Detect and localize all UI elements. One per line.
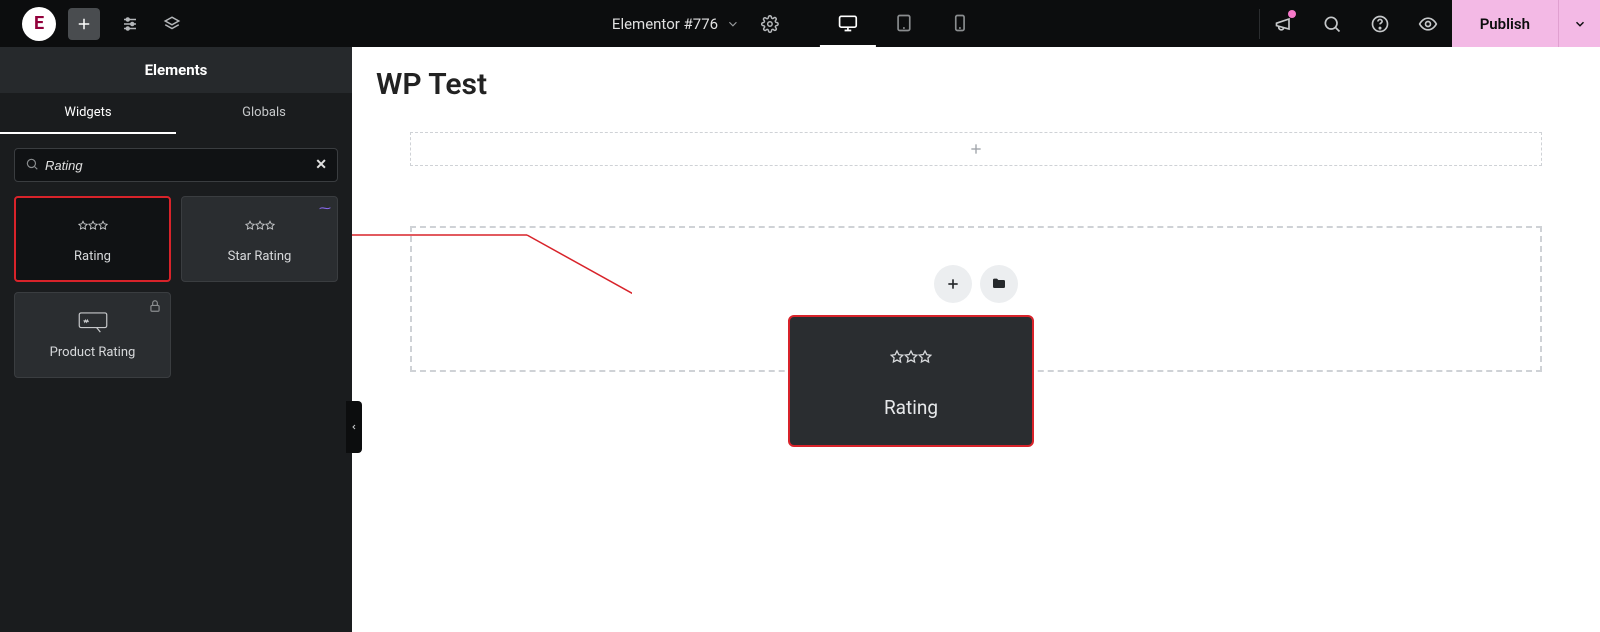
chevron-down-icon [1573,17,1587,31]
search-icon [1322,14,1342,34]
panel-title: Elements [0,47,352,93]
gear-icon [761,15,779,33]
add-section-strip[interactable] [410,132,1542,166]
tab-widgets[interactable]: Widgets [0,93,176,134]
topbar: E Elementor #776 [0,0,1600,47]
lock-icon [148,299,162,317]
main-layout: Elements Widgets Globals ✕ Rating ⁓ [0,47,1600,632]
structure-button[interactable] [156,8,188,40]
add-element-button[interactable] [68,8,100,40]
product-rating-icon [78,311,108,335]
help-icon [1370,14,1390,34]
folder-icon [991,276,1007,292]
finder-button[interactable] [1308,0,1356,47]
page-title: WP Test [352,47,1600,114]
add-widget-button[interactable] [934,265,972,303]
tab-globals[interactable]: Globals [176,93,352,134]
desktop-icon [838,13,858,33]
widget-label: Rating [74,249,111,264]
publish-options-button[interactable] [1558,0,1600,47]
preview-button[interactable] [1404,0,1452,47]
notifications-button[interactable] [1260,0,1308,47]
drag-preview-label: Rating [884,396,938,419]
pro-badge-icon: ⁓ [319,201,331,215]
device-mobile-button[interactable] [932,0,988,47]
editor-canvas: WP Test Drag widget here [352,47,1600,632]
stars-icon [245,215,275,239]
site-settings-button[interactable] [114,8,146,40]
widget-star-rating[interactable]: ⁓ Star Rating [181,196,338,282]
publish-button[interactable]: Publish [1452,0,1558,47]
elementor-logo[interactable]: E [22,7,56,41]
plus-icon [968,141,984,157]
stars-icon [890,344,932,378]
layers-icon [163,15,181,33]
device-tablet-button[interactable] [876,0,932,47]
mobile-icon [950,13,970,33]
chevron-left-icon [350,421,358,433]
eye-icon [1418,14,1438,34]
sliders-icon [121,15,139,33]
plus-icon [945,276,961,292]
document-switcher[interactable]: Elementor #776 [612,15,740,33]
widget-label: Product Rating [50,345,136,360]
search-icon [25,156,39,175]
elements-panel: Elements Widgets Globals ✕ Rating ⁓ [0,47,352,632]
collapse-panel-handle[interactable] [346,401,362,453]
megaphone-icon [1274,14,1294,34]
add-template-button[interactable] [980,265,1018,303]
stars-icon [78,215,108,239]
device-desktop-button[interactable] [820,0,876,47]
clear-search-button[interactable]: ✕ [315,157,327,173]
widget-search[interactable]: ✕ [14,148,338,182]
drag-preview-card: Rating [788,315,1034,447]
plus-icon [75,15,93,33]
search-wrap: ✕ [0,134,352,196]
help-button[interactable] [1356,0,1404,47]
panel-tabs: Widgets Globals [0,93,352,134]
drop-zone-actions [934,265,1018,303]
widget-product-rating[interactable]: Product Rating [14,292,171,378]
topbar-left-group: E [0,7,188,41]
widget-label: Star Rating [228,249,292,264]
widget-grid: Rating ⁓ Star Rating Product Rating [0,196,352,378]
tablet-icon [894,13,914,33]
responsive-device-group [820,0,988,47]
chevron-down-icon [726,17,740,31]
topbar-right-group: Publish [1259,0,1600,47]
page-settings-button[interactable] [754,8,786,40]
document-title: Elementor #776 [612,15,718,33]
widget-rating[interactable]: Rating [14,196,171,282]
widget-search-input[interactable] [45,158,315,173]
topbar-center-group: Elementor #776 [612,0,988,47]
